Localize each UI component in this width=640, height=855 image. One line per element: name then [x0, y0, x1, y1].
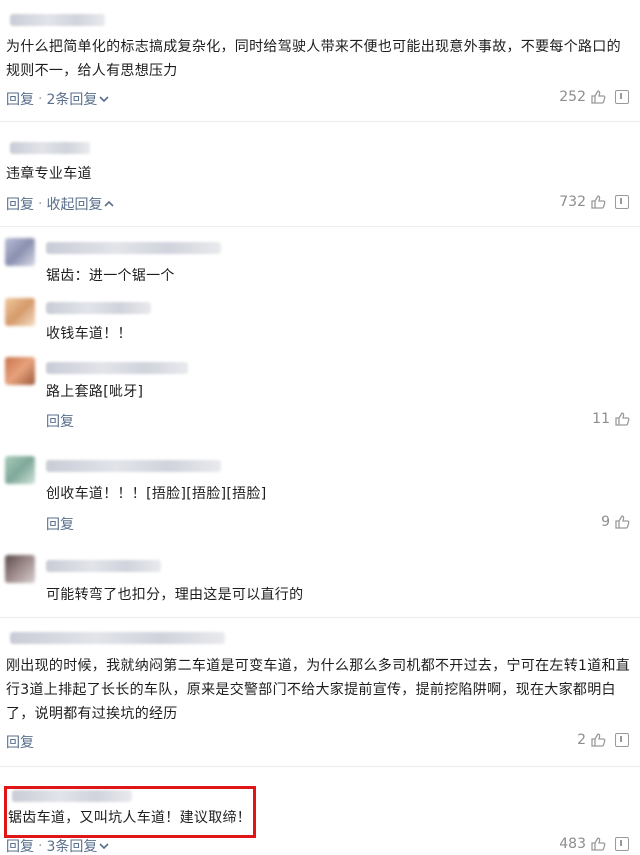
- comment-text-line: 了，说明都有过挨坑的经历: [6, 706, 178, 722]
- reply-button[interactable]: 回复: [6, 194, 34, 214]
- like-count: 252: [559, 89, 586, 105]
- replier-name-blurred: [46, 362, 188, 374]
- divider: [0, 121, 640, 122]
- divider: [0, 226, 640, 227]
- avatar[interactable]: [5, 298, 35, 326]
- chevron-down-icon[interactable]: [99, 842, 109, 850]
- comment-text: 为什么把简单化的标志搞成复杂化，同时给驾驶人带来不便也可能出现意外事故，不要每个…: [6, 39, 621, 79]
- reply-text: 创收车道！！！[捂脸][捂脸][捂脸]: [46, 486, 267, 502]
- reply-button[interactable]: 回复: [46, 411, 74, 431]
- report-icon[interactable]: [615, 195, 629, 209]
- avatar[interactable]: [5, 357, 35, 385]
- reply-text: 锯齿：进一个锯一个: [46, 268, 175, 284]
- report-icon[interactable]: [615, 837, 629, 851]
- comment-actions: 回复 · 3条回复: [6, 836, 109, 855]
- replier-name-blurred: [46, 560, 161, 572]
- view-replies-button[interactable]: 2条回复: [46, 89, 97, 109]
- comment-actions: 回复 · 2条回复: [6, 89, 109, 109]
- reply-actions: 回复: [46, 411, 74, 431]
- separator-dot: ·: [38, 91, 43, 107]
- replier-name-blurred: [46, 302, 151, 314]
- reply-button[interactable]: 回复: [6, 836, 34, 855]
- commenter-name-blurred: [10, 142, 90, 154]
- reply-actions: 回复: [46, 514, 74, 534]
- report-icon[interactable]: [615, 733, 629, 747]
- highlight-box: [4, 786, 256, 838]
- avatar[interactable]: [5, 238, 35, 266]
- separator-dot: ·: [38, 838, 43, 854]
- commenter-name-blurred: [10, 14, 105, 26]
- comment-text: 违章专业车道: [6, 166, 92, 182]
- thumbs-up-icon[interactable]: [590, 194, 606, 210]
- reply-button[interactable]: 回复: [46, 514, 74, 534]
- comment-actions: 回复 · 收起回复: [6, 194, 115, 214]
- avatar[interactable]: [5, 456, 35, 484]
- comment-text-line: 行3道上排起了长长的车队，原来是交警部门不给大家提前宣传，提前挖陷阱啊，现在大家…: [6, 682, 616, 698]
- commenter-name-blurred: [10, 632, 225, 644]
- replier-name-blurred: [46, 460, 221, 472]
- reply-button[interactable]: 回复: [6, 732, 34, 752]
- reply-button[interactable]: 回复: [6, 89, 34, 109]
- avatar[interactable]: [5, 555, 35, 583]
- thumbs-up-icon[interactable]: [590, 836, 606, 852]
- chevron-down-icon[interactable]: [99, 95, 109, 103]
- divider: [0, 766, 640, 767]
- reply-text: 路上套路[呲牙]: [46, 384, 144, 400]
- report-icon[interactable]: [615, 90, 629, 104]
- thumbs-up-icon[interactable]: [614, 411, 630, 427]
- separator-dot: ·: [38, 196, 43, 212]
- like-count: 732: [559, 194, 586, 210]
- chevron-up-icon[interactable]: [104, 200, 115, 208]
- view-replies-button[interactable]: 3条回复: [46, 836, 97, 855]
- thumbs-up-icon[interactable]: [590, 732, 606, 748]
- like-count: 483: [559, 836, 586, 852]
- thumbs-up-icon[interactable]: [614, 514, 630, 530]
- like-count: 9: [601, 514, 610, 530]
- thumbs-up-icon[interactable]: [590, 89, 606, 105]
- reply-text: 收钱车道！！: [46, 326, 132, 342]
- comment-actions: 回复: [6, 732, 34, 752]
- comment-text-line: 刚出现的时候，我就纳闷第二车道是可变车道，为什么那么多司机都不开过去，宁可在左转…: [6, 658, 631, 674]
- replier-name-blurred: [46, 242, 221, 254]
- reply-text: 可能转弯了也扣分，理由这是可以直行的: [46, 587, 304, 603]
- collapse-replies-button[interactable]: 收起回复: [46, 194, 102, 214]
- divider: [0, 617, 640, 618]
- like-count: 2: [577, 732, 586, 748]
- like-count: 11: [592, 411, 610, 427]
